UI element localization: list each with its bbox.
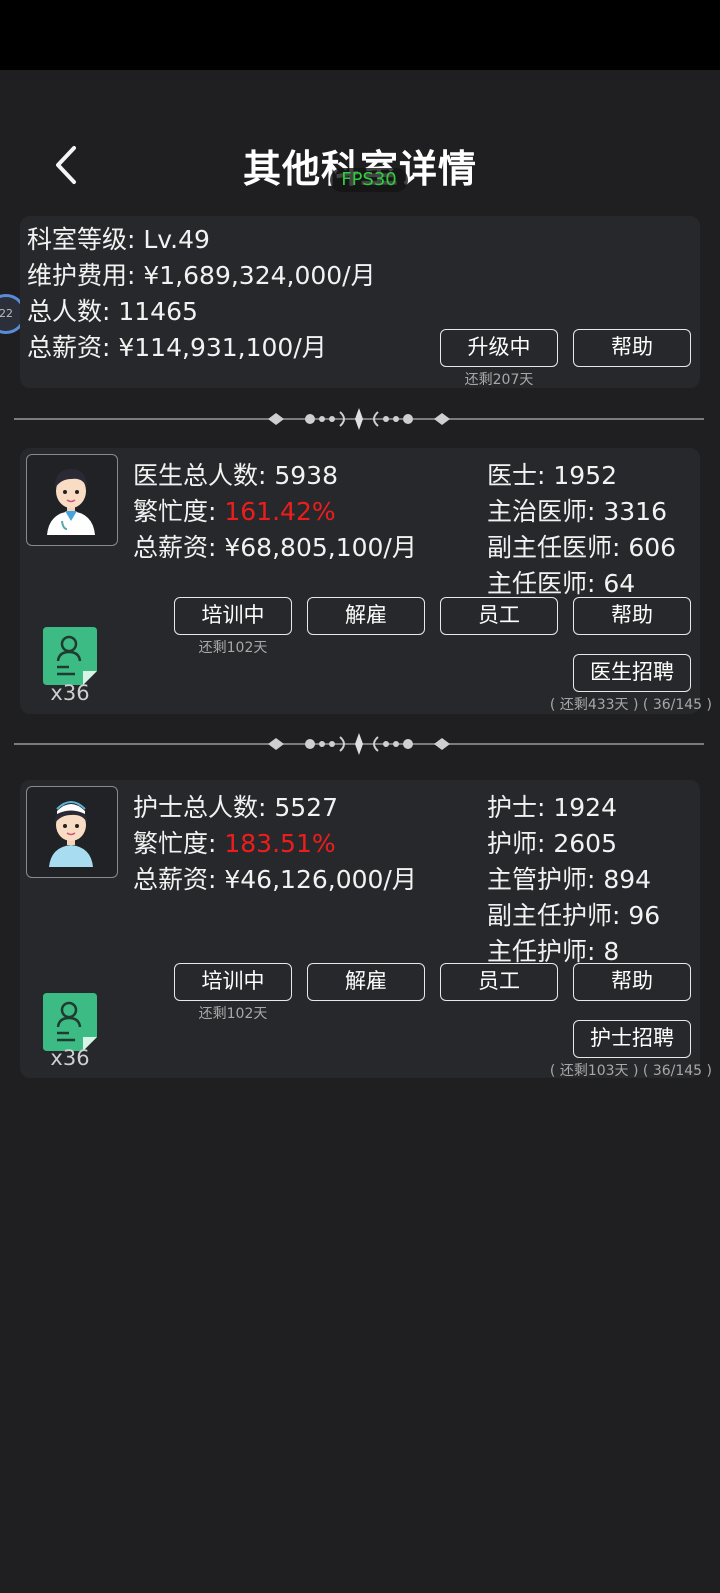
busy-label: 繁忙度: (133, 829, 225, 858)
nurse-salary: 总薪资: ¥46,126,000/月 (133, 865, 417, 894)
total-salary: 总薪资: ¥114,931,100/月 (27, 333, 327, 362)
rank-line: 副主任医师: 606 (487, 533, 677, 562)
doctor-total: 医生总人数: 5938 (133, 461, 338, 490)
upgrade-button[interactable]: 升级中 (440, 329, 558, 367)
resume-icon (43, 993, 97, 1051)
resume-item[interactable] (43, 993, 97, 1051)
maintenance-cost: 维护费用: ¥1,689,324,000/月 (27, 261, 376, 290)
doctor-icon (47, 469, 95, 535)
staff-button[interactable]: 员工 (440, 597, 558, 635)
doctors-card: 医生总人数: 5938 繁忙度: 161.42% 总薪资: ¥68,805,10… (20, 448, 712, 714)
recruit-doctor-button[interactable]: 医生招聘 (573, 654, 691, 692)
train-button[interactable]: 培训中 (174, 963, 292, 1001)
busy-label: 繁忙度: (133, 497, 225, 526)
nurse-avatar (26, 786, 118, 878)
status-bar (0, 0, 720, 70)
doctor-busy: 繁忙度: 161.42% (133, 492, 336, 528)
rank-line: 主管护师: 894 (487, 865, 652, 894)
rank-line: 主治医师: 3316 (487, 497, 667, 526)
recruit-info: ( 还剩433天 ) ( 36/145 ) (549, 697, 712, 713)
help-button[interactable]: 帮助 (573, 329, 691, 367)
recruit-nurse-button[interactable]: 护士招聘 (573, 1020, 691, 1058)
ornamental-divider (14, 733, 704, 755)
staff-button[interactable]: 员工 (440, 963, 558, 1001)
doctor-salary: 总薪资: ¥68,805,100/月 (133, 533, 417, 562)
fire-button[interactable]: 解雇 (307, 963, 425, 1001)
resume-icon (43, 627, 97, 685)
resume-count: x36 (50, 681, 90, 705)
rank-line: 医士: 1952 (487, 461, 617, 490)
total-staff: 总人数: 11465 (27, 297, 198, 326)
fps-counter: FPS30 (330, 168, 408, 192)
rank-line: 护师: 2605 (487, 829, 617, 858)
rank-line: 护士: 1924 (487, 793, 617, 822)
help-button[interactable]: 帮助 (573, 963, 691, 1001)
train-button[interactable]: 培训中 (174, 597, 292, 635)
recruit-info: ( 还剩103天 ) ( 36/145 ) (549, 1063, 712, 1079)
resume-item[interactable] (43, 627, 97, 685)
ornamental-divider (14, 408, 704, 430)
upgrade-remaining: 还剩207天 (464, 372, 534, 388)
rank-line: 副主任护师: 96 (487, 901, 661, 930)
doctor-avatar (26, 454, 118, 546)
department-level: 科室等级: Lv.49 (27, 225, 210, 254)
train-remaining: 还剩102天 (198, 640, 268, 656)
rank-line: 主任医师: 64 (487, 569, 636, 598)
department-summary-card: 科室等级: Lv.49 维护费用: ¥1,689,324,000/月 总人数: … (20, 216, 700, 388)
busy-value: 161.42% (224, 497, 336, 526)
help-button[interactable]: 帮助 (573, 597, 691, 635)
train-remaining: 还剩102天 (198, 1006, 268, 1022)
nurse-total: 护士总人数: 5527 (133, 793, 338, 822)
busy-value: 183.51% (224, 829, 336, 858)
fire-button[interactable]: 解雇 (307, 597, 425, 635)
nurse-busy: 繁忙度: 183.51% (133, 824, 336, 860)
nurse-icon (49, 801, 93, 867)
nurses-card: 护士总人数: 5527 繁忙度: 183.51% 总薪资: ¥46,126,00… (20, 780, 712, 1079)
resume-count: x36 (50, 1046, 90, 1070)
